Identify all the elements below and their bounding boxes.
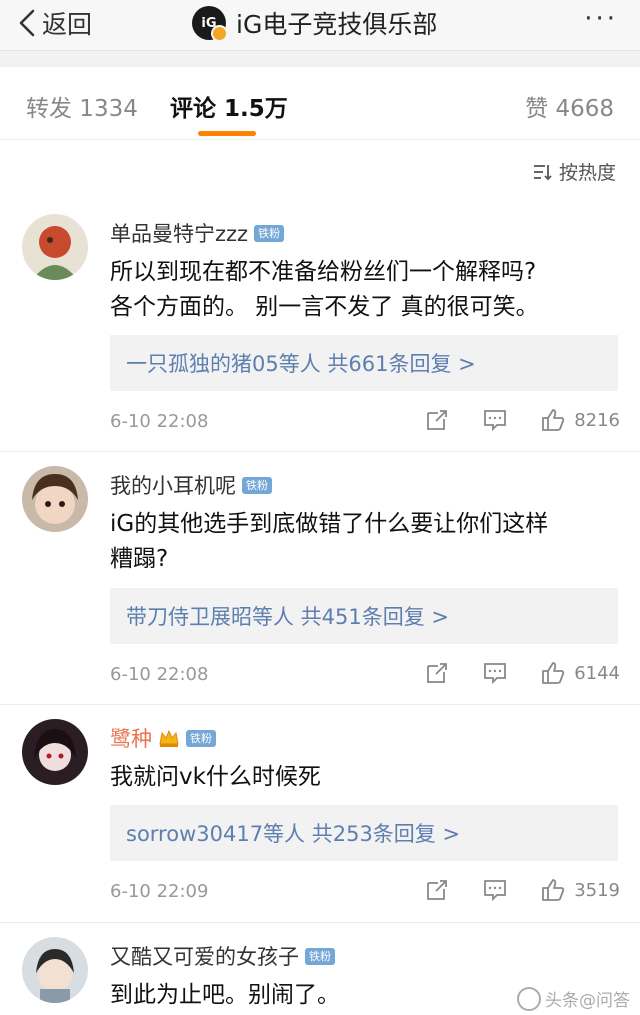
tab-bar: 转发 1334 评论 1.5万 赞 4668 [0, 67, 640, 140]
page-title[interactable]: iG iG电子竞技俱乐部 [192, 3, 437, 43]
like-count: 6144 [574, 662, 620, 684]
divider [0, 922, 640, 923]
comment-text: 所以到现在都不准备给粉丝们一个解释吗? 各个方面的。 别一言不发了 真的很可笑。 [110, 255, 620, 325]
action-row: 8216 [392, 407, 620, 433]
fan-badge: 铁粉 [305, 947, 335, 965]
comment-text-line: 我就问vk什么时候死 [110, 764, 321, 790]
action-row: 3519 [392, 877, 620, 903]
active-tab-indicator [198, 131, 256, 136]
like-icon[interactable] [540, 660, 566, 686]
like-icon[interactable] [540, 877, 566, 903]
timestamp: 6-10 22:08 [110, 664, 209, 685]
avatar[interactable] [22, 719, 88, 785]
timestamp: 6-10 22:08 [110, 411, 209, 432]
comment-icon[interactable] [482, 660, 508, 686]
username[interactable]: 单品曼特宁zzz [110, 218, 248, 248]
timestamp: 6-10 22:09 [110, 881, 209, 902]
username[interactable]: 又酷又可爱的女孩子 [110, 941, 299, 971]
comment-icon[interactable] [482, 407, 508, 433]
sort-label: 按热度 [558, 162, 616, 184]
like-count: 3519 [574, 879, 620, 901]
watermark-logo-icon [517, 986, 541, 1011]
comment-text: 我就问vk什么时候死 [110, 760, 620, 795]
chevron-left-icon [19, 9, 35, 37]
divider [0, 704, 640, 705]
like-icon[interactable] [540, 407, 566, 433]
divider [0, 51, 640, 67]
tab-like[interactable]: 赞 4668 [525, 89, 614, 123]
club-avatar: iG [192, 6, 228, 42]
share-icon[interactable] [424, 877, 450, 903]
watermark-text: 头条@问答 [545, 991, 630, 1011]
back-label: 返回 [42, 10, 93, 39]
like-count: 8216 [574, 409, 620, 431]
avatar[interactable] [22, 466, 88, 532]
verified-badge-icon [211, 25, 228, 42]
comment-text-line: 所以到现在都不准备给粉丝们一个解释吗? [110, 259, 537, 285]
fan-badge: 铁粉 [254, 224, 285, 242]
username[interactable]: 鹭种 [110, 723, 152, 753]
replies-link[interactable]: 一只孤独的猪05等人 共661条回复 > [110, 335, 618, 391]
replies-link[interactable]: 带刀侍卫展昭等人 共451条回复 > [110, 588, 618, 644]
username[interactable]: 我的小耳机呢 [110, 470, 236, 500]
vip-crown-icon [159, 729, 179, 747]
share-icon[interactable] [424, 660, 450, 686]
comment-text-line: iG的其他选手到底做错了什么要让你们这样 [110, 511, 549, 537]
top-nav-bar: 返回 iG iG电子竞技俱乐部 ··· [0, 0, 640, 51]
watermark: 头条@问答 [517, 986, 630, 1011]
sort-icon [533, 164, 552, 180]
more-button[interactable]: ··· [584, 4, 618, 34]
comment-text: iG的其他选手到底做错了什么要让你们这样 糟蹋? [110, 507, 620, 577]
fan-badge: 铁粉 [242, 476, 272, 494]
tab-repost[interactable]: 转发 1334 [26, 89, 138, 123]
sort-bar: 按热度 [0, 140, 640, 200]
fan-badge: 铁粉 [186, 729, 216, 747]
action-row: 6144 [392, 660, 620, 686]
back-button[interactable]: 返回 [16, 6, 92, 40]
comment-icon[interactable] [482, 877, 508, 903]
comment-text-line: 糟蹋? [110, 546, 169, 572]
title-text: iG电子竞技俱乐部 [236, 10, 438, 39]
avatar[interactable] [22, 214, 88, 280]
replies-link[interactable]: sorrow30417等人 共253条回复 > [110, 805, 618, 861]
avatar[interactable] [22, 937, 88, 1003]
share-icon[interactable] [424, 407, 450, 433]
divider [0, 451, 640, 452]
comment-text-line: 各个方面的。 别一言不发了 真的很可笑。 [110, 294, 539, 320]
sort-button[interactable]: 按热度 [533, 158, 616, 185]
